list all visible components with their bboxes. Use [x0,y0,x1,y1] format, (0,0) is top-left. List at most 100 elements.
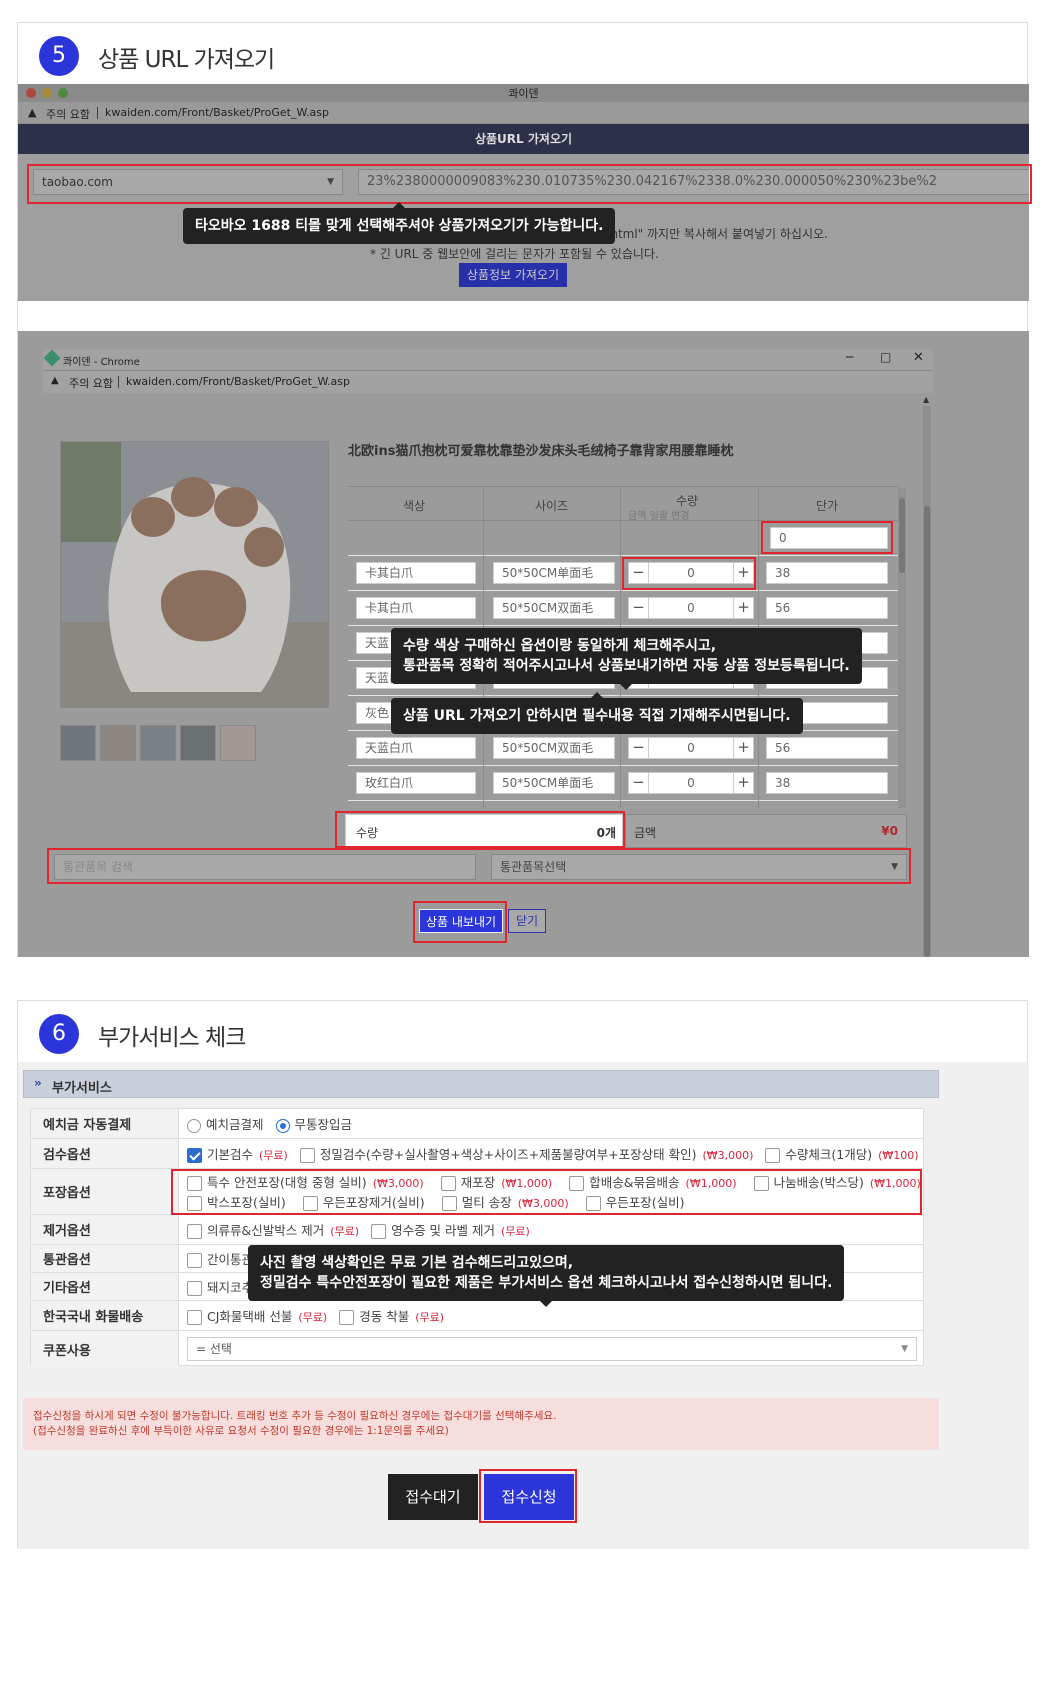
bulk-price-highlight [761,521,893,554]
row-inspection: 검수옵션 기본검수 (무료) 정밀검수(수량+실사촬영+색상+사이즈+제품불량여부… [31,1139,923,1169]
option-fee: (무료) [259,1149,288,1162]
option-fee: (무료) [500,1225,530,1238]
price-cell: 56 [766,597,888,619]
row-label: 검수옵션 [31,1139,179,1168]
thumbnail[interactable] [180,725,216,761]
cat-paw-pillow-image [61,442,328,707]
option-label: 기본검수 [207,1147,254,1162]
warning-icon: ▲ [28,106,37,119]
chevron-down-icon: ▼ [901,1344,908,1354]
table-scrollbar[interactable] [898,488,906,808]
page-url[interactable]: kwaiden.com/Front/Basket/ProGet_W.asp [126,375,350,388]
note-line-2: ".html" 까지만 복사해서 붙여넣기 하십시오. [601,227,828,241]
quantity-stepper[interactable]: − 0 + [628,772,754,794]
address-bar: ▲ 주의 요함 kwaiden.com/Front/Basket/ProGet_… [18,102,1029,124]
checkbox-precise-inspection[interactable]: 정밀검수(수량+실사촬영+색상+사이즈+제품불량여부+포장상태 확인) (₩3,0… [299,1144,753,1163]
app-logo-icon [43,349,61,367]
quantity-stepper[interactable]: − 0 + [628,597,754,619]
option-fee: (무료) [330,1225,360,1238]
checkbox-icon[interactable] [187,1281,202,1296]
thumbnail[interactable] [140,725,176,761]
row-label: 쿠폰사용 [31,1331,179,1367]
plus-icon[interactable]: + [733,598,753,618]
checkbox-simple-customs[interactable]: 간이통관 [187,1249,253,1268]
close-icon[interactable]: ✕ [913,350,924,365]
amount-total-box: 금액 ¥0 [625,814,907,848]
window-scrollbar[interactable] [923,406,931,957]
radio-checked-icon[interactable] [275,1118,290,1133]
thumbnail[interactable] [60,725,96,761]
fetch-product-button[interactable]: 상품정보 가져오기 [459,263,567,287]
qty-value: 0 [687,741,695,755]
option-fee: (₩100) [878,1149,919,1162]
size-cell: 50*50CM双面毛 [493,737,615,759]
step-title: 부가서비스 체크 [98,1025,246,1051]
checkbox-box-removal[interactable]: 의류류&신발박스 제거 (무료) [187,1220,359,1239]
color-cell: 卡其白爪 [356,562,476,584]
thumbnail[interactable] [100,725,136,761]
quantity-stepper[interactable]: − 0 + [628,737,754,759]
table-row: 玫红白爪 50*50CM单面毛 − 0 + 38 [348,766,898,801]
product-title: 北欧ins猫爪抱枕可爱靠枕靠垫沙发床头毛绒椅子靠背家用腰靠睡枕 [348,444,734,459]
checkbox-icon[interactable] [765,1148,781,1163]
url-divider [97,107,98,119]
checkbox-kyungdong-cod[interactable]: 경동 착불 (무료) [339,1306,444,1325]
checkbox-other-option[interactable]: 돼지코추 [187,1277,253,1296]
checkbox-icon[interactable] [187,1253,202,1268]
thumbnail[interactable] [220,725,256,761]
checkbox-label-removal[interactable]: 영수증 및 라벨 제거 (무료) [371,1220,530,1239]
row-removal: 제거옵션 의류류&신발박스 제거 (무료) 영수증 및 라벨 제거 (무료) [31,1215,923,1245]
minus-icon[interactable]: − [629,598,649,618]
checkbox-checked-icon[interactable] [187,1148,202,1163]
option-label: 간이통관 [207,1252,254,1267]
minus-icon[interactable]: − [629,773,649,793]
option-label: 의류류&신발박스 제거 [207,1223,325,1238]
product-image[interactable] [60,441,329,708]
checkbox-basic-inspection[interactable]: 기본검수 (무료) [187,1144,288,1163]
coupon-select[interactable]: = 선택 ▼ [187,1337,917,1361]
checkbox-icon[interactable] [371,1224,387,1239]
panel-title: 부가서비스 [52,1081,112,1096]
quantity-highlight [622,557,756,590]
radio-bank-transfer[interactable]: 무통장입금 [275,1114,352,1133]
row-value: CJ화물택배 선불 (무료) 경동 착불 (무료) [187,1301,456,1330]
color-cell: 玫红白爪 [356,772,476,794]
scrollbar-thumb[interactable] [924,506,930,957]
minus-icon[interactable]: − [629,738,649,758]
page-url[interactable]: kwaiden.com/Front/Basket/ProGet_W.asp [105,106,329,119]
option-label: 경동 착불 [359,1309,410,1324]
option-label: 돼지코추 [207,1280,254,1295]
checkbox-icon[interactable] [187,1310,202,1325]
table-row: 天蓝白爪 50*50CM双面毛 − 0 + 56 [348,731,898,766]
wait-button[interactable]: 접수대기 [388,1474,478,1520]
plus-icon[interactable]: + [733,738,753,758]
packing-options-highlight [171,1169,922,1215]
step5-card: 5 상품 URL 가져오기 콰이덴 ▲ 주의 요함 kwaiden.com/Fr… [17,22,1032,957]
checkbox-icon[interactable] [339,1310,355,1325]
qty-value: 0 [687,601,695,615]
checkbox-icon[interactable] [187,1224,202,1239]
warning-icon: ▲ [51,375,59,386]
row-payment: 예치금 자동결제 예치금결제 무통장입금 [31,1109,923,1139]
checkbox-cj-prepaid[interactable]: CJ화물택배 선불 (무료) [187,1306,327,1325]
scrollbar-thumb[interactable] [899,498,905,573]
step6-card: 6 부가서비스 체크 » 부가서비스 예치금 자동결제 예치금결제 무통장입금 … [17,1000,1029,1549]
minimize-icon[interactable]: ─ [846,350,853,364]
thumbnail-strip [60,725,280,761]
window-scrollbar-up-icon[interactable]: ▲ [923,395,929,404]
notice-line-1: 접수신청을 하시게 되면 수정이 불가능합니다. 트래킹 번호 추가 등 수정이… [33,1410,557,1422]
checkbox-qty-check[interactable]: 수량체크(1개당) (₩100) [765,1144,919,1163]
maximize-icon[interactable]: □ [880,350,891,364]
qty-total-highlight [335,811,625,848]
radio-deposit[interactable]: 예치금결제 [187,1114,264,1133]
service-tooltip: 사진 촬영 색상확인은 무료 기본 검수해드리고있으며, 정밀검수 특수안전포장… [248,1245,845,1307]
amount-total-value: ¥0 [881,824,898,838]
chrome-title-bar: 콰이덴 - Chrome ─ □ ✕ [43,349,933,371]
radio-icon[interactable] [187,1118,201,1133]
checkbox-icon[interactable] [299,1148,315,1163]
customs-highlight [47,848,911,884]
plus-icon[interactable]: + [733,773,753,793]
close-button[interactable]: 닫기 [508,909,546,933]
security-warning: 주의 요함 [69,377,113,390]
coupon-select-value: = 선택 [196,1342,232,1356]
